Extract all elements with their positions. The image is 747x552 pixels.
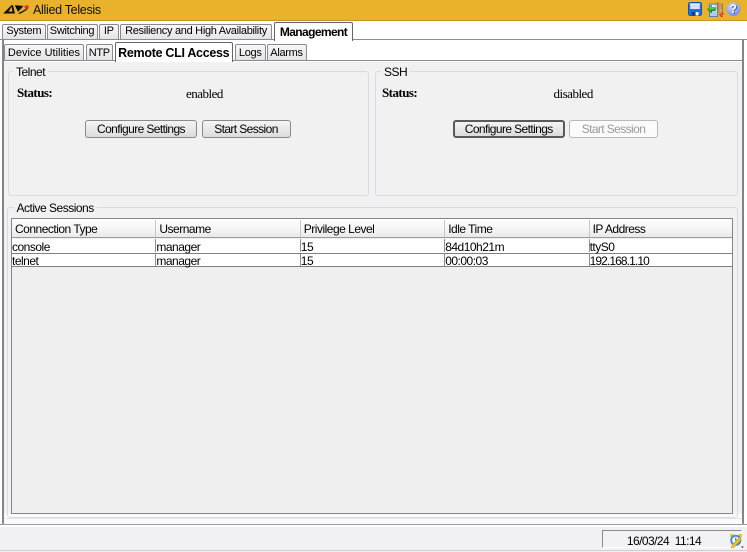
svg-text:?: ? bbox=[729, 4, 736, 16]
